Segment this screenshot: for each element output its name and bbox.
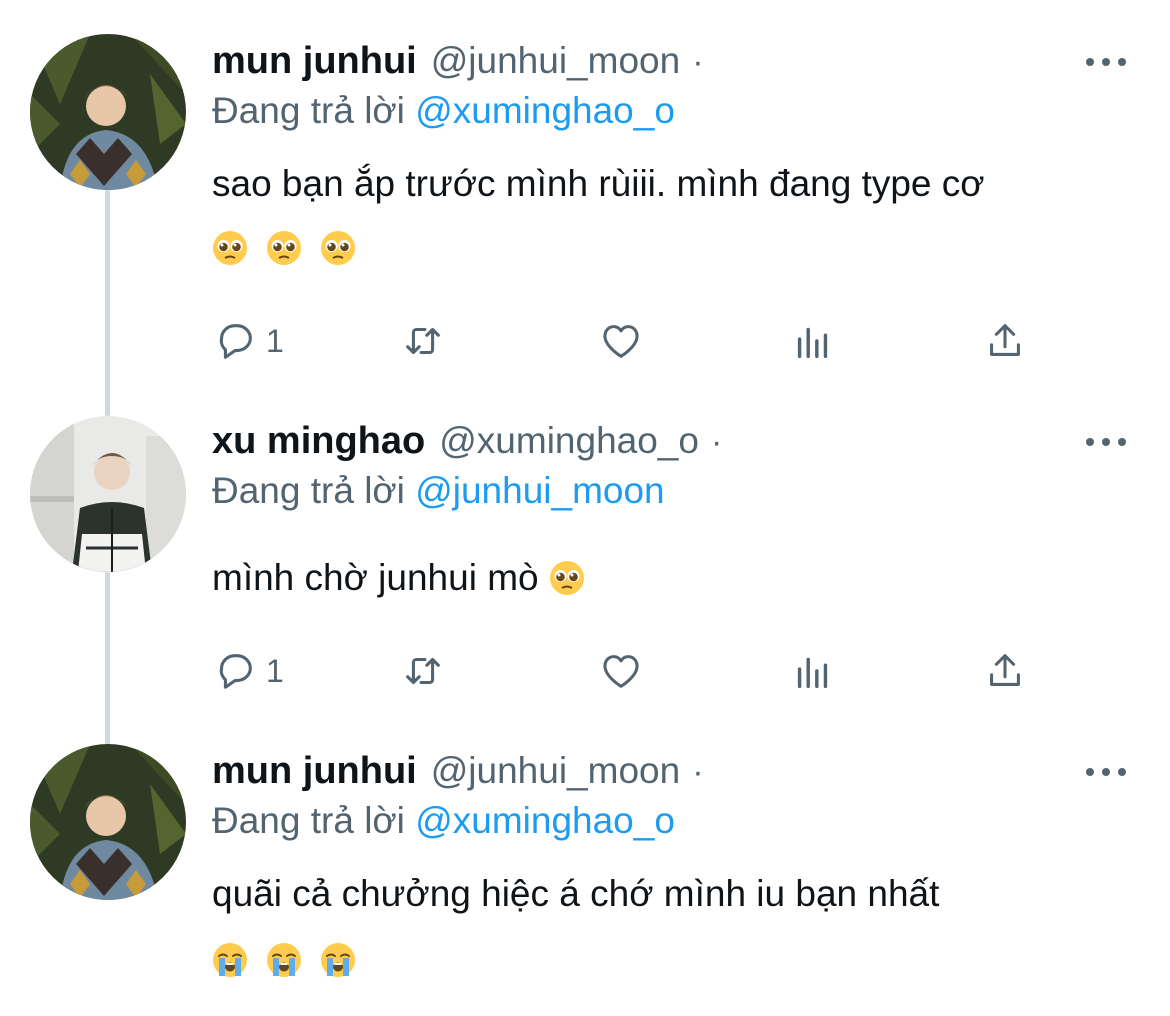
tweet[interactable]: mun junhui @junhui_moon · Đang trả lời @… bbox=[0, 34, 1170, 370]
retweet-button[interactable] bbox=[400, 316, 446, 366]
user-handle[interactable]: @xuminghao_o bbox=[439, 420, 699, 462]
pleading-face-emoji bbox=[213, 231, 247, 265]
tweet-text: sao bạn ắp trước mình rùiii. mình đang t… bbox=[212, 163, 985, 204]
avatar-minghao[interactable] bbox=[30, 416, 186, 572]
tweet-header: xu minghao @xuminghao_o · bbox=[212, 420, 722, 468]
like-icon bbox=[603, 655, 639, 688]
pleading-face-emoji bbox=[267, 231, 301, 265]
loudly-crying-face-emoji bbox=[321, 943, 355, 977]
reply-count: 1 bbox=[266, 652, 284, 689]
retweet-icon bbox=[406, 327, 440, 355]
replying-to-label: Đang trả lời bbox=[212, 90, 405, 131]
like-button[interactable] bbox=[598, 316, 644, 366]
reply-button[interactable]: 1 bbox=[212, 646, 284, 696]
emoji-row bbox=[212, 230, 356, 266]
reply-icon bbox=[219, 654, 252, 689]
tweet-text: quãi cả chưởng hiệc á chớ mình iu bạn nh… bbox=[212, 873, 940, 914]
reply-icon bbox=[219, 324, 252, 359]
tweet-actions: 1 bbox=[212, 316, 1042, 366]
avatar-junhui[interactable] bbox=[30, 744, 186, 900]
loudly-crying-face-emoji bbox=[213, 943, 247, 977]
analytics-button[interactable] bbox=[790, 316, 836, 366]
replying-to-label: Đang trả lời bbox=[212, 470, 405, 511]
display-name[interactable]: mun junhui bbox=[212, 750, 417, 793]
reply-button[interactable]: 1 bbox=[212, 316, 284, 366]
reply-count: 1 bbox=[266, 322, 284, 359]
retweet-button[interactable] bbox=[400, 646, 446, 696]
pleading-face-emoji bbox=[549, 561, 584, 595]
tweet-header: mun junhui @junhui_moon · bbox=[212, 750, 704, 798]
share-button[interactable] bbox=[982, 316, 1028, 366]
reply-mention-link[interactable]: @xuminghao_o bbox=[415, 800, 675, 841]
emoji-row bbox=[212, 942, 356, 978]
tweet-text-content: mình chờ junhui mò bbox=[212, 557, 539, 598]
pleading-face-emoji bbox=[321, 231, 355, 265]
tweet[interactable]: xu minghao @xuminghao_o · Đang trả lời @… bbox=[0, 416, 1170, 710]
analytics-icon bbox=[797, 657, 828, 689]
display-name[interactable]: xu minghao bbox=[212, 420, 425, 463]
display-name[interactable]: mun junhui bbox=[212, 40, 417, 83]
user-handle[interactable]: @junhui_moon bbox=[431, 750, 680, 792]
reply-mention-link[interactable]: @xuminghao_o bbox=[415, 90, 675, 131]
separator-dot: · bbox=[710, 423, 723, 461]
replying-to-label: Đang trả lời bbox=[212, 800, 405, 841]
analytics-button[interactable] bbox=[790, 646, 836, 696]
share-button[interactable] bbox=[982, 646, 1028, 696]
tweet-header: mun junhui @junhui_moon · bbox=[212, 40, 704, 88]
replying-to: Đang trả lời @xuminghao_o bbox=[212, 800, 675, 842]
avatar-junhui[interactable] bbox=[30, 34, 186, 190]
separator-dot: · bbox=[692, 753, 704, 791]
tweet[interactable]: mun junhui @junhui_moon · Đang trả lời @… bbox=[0, 744, 1170, 1016]
analytics-icon bbox=[797, 327, 828, 359]
share-icon bbox=[990, 324, 1020, 356]
loudly-crying-face-emoji bbox=[267, 943, 301, 977]
share-icon bbox=[990, 654, 1020, 686]
tweet-text: mình chờ junhui mò bbox=[212, 556, 585, 600]
more-icon[interactable] bbox=[1086, 52, 1126, 72]
separator-dot: · bbox=[692, 43, 704, 81]
replying-to: Đang trả lời @junhui_moon bbox=[212, 470, 665, 512]
replying-to: Đang trả lời @xuminghao_o bbox=[212, 90, 675, 132]
user-handle[interactable]: @junhui_moon bbox=[431, 40, 680, 82]
more-icon[interactable] bbox=[1086, 762, 1126, 782]
tweet-actions: 1 bbox=[212, 646, 1042, 696]
retweet-icon bbox=[406, 657, 440, 685]
like-icon bbox=[603, 325, 639, 358]
like-button[interactable] bbox=[598, 646, 644, 696]
more-icon[interactable] bbox=[1086, 432, 1126, 452]
reply-mention-link[interactable]: @junhui_moon bbox=[415, 470, 664, 511]
